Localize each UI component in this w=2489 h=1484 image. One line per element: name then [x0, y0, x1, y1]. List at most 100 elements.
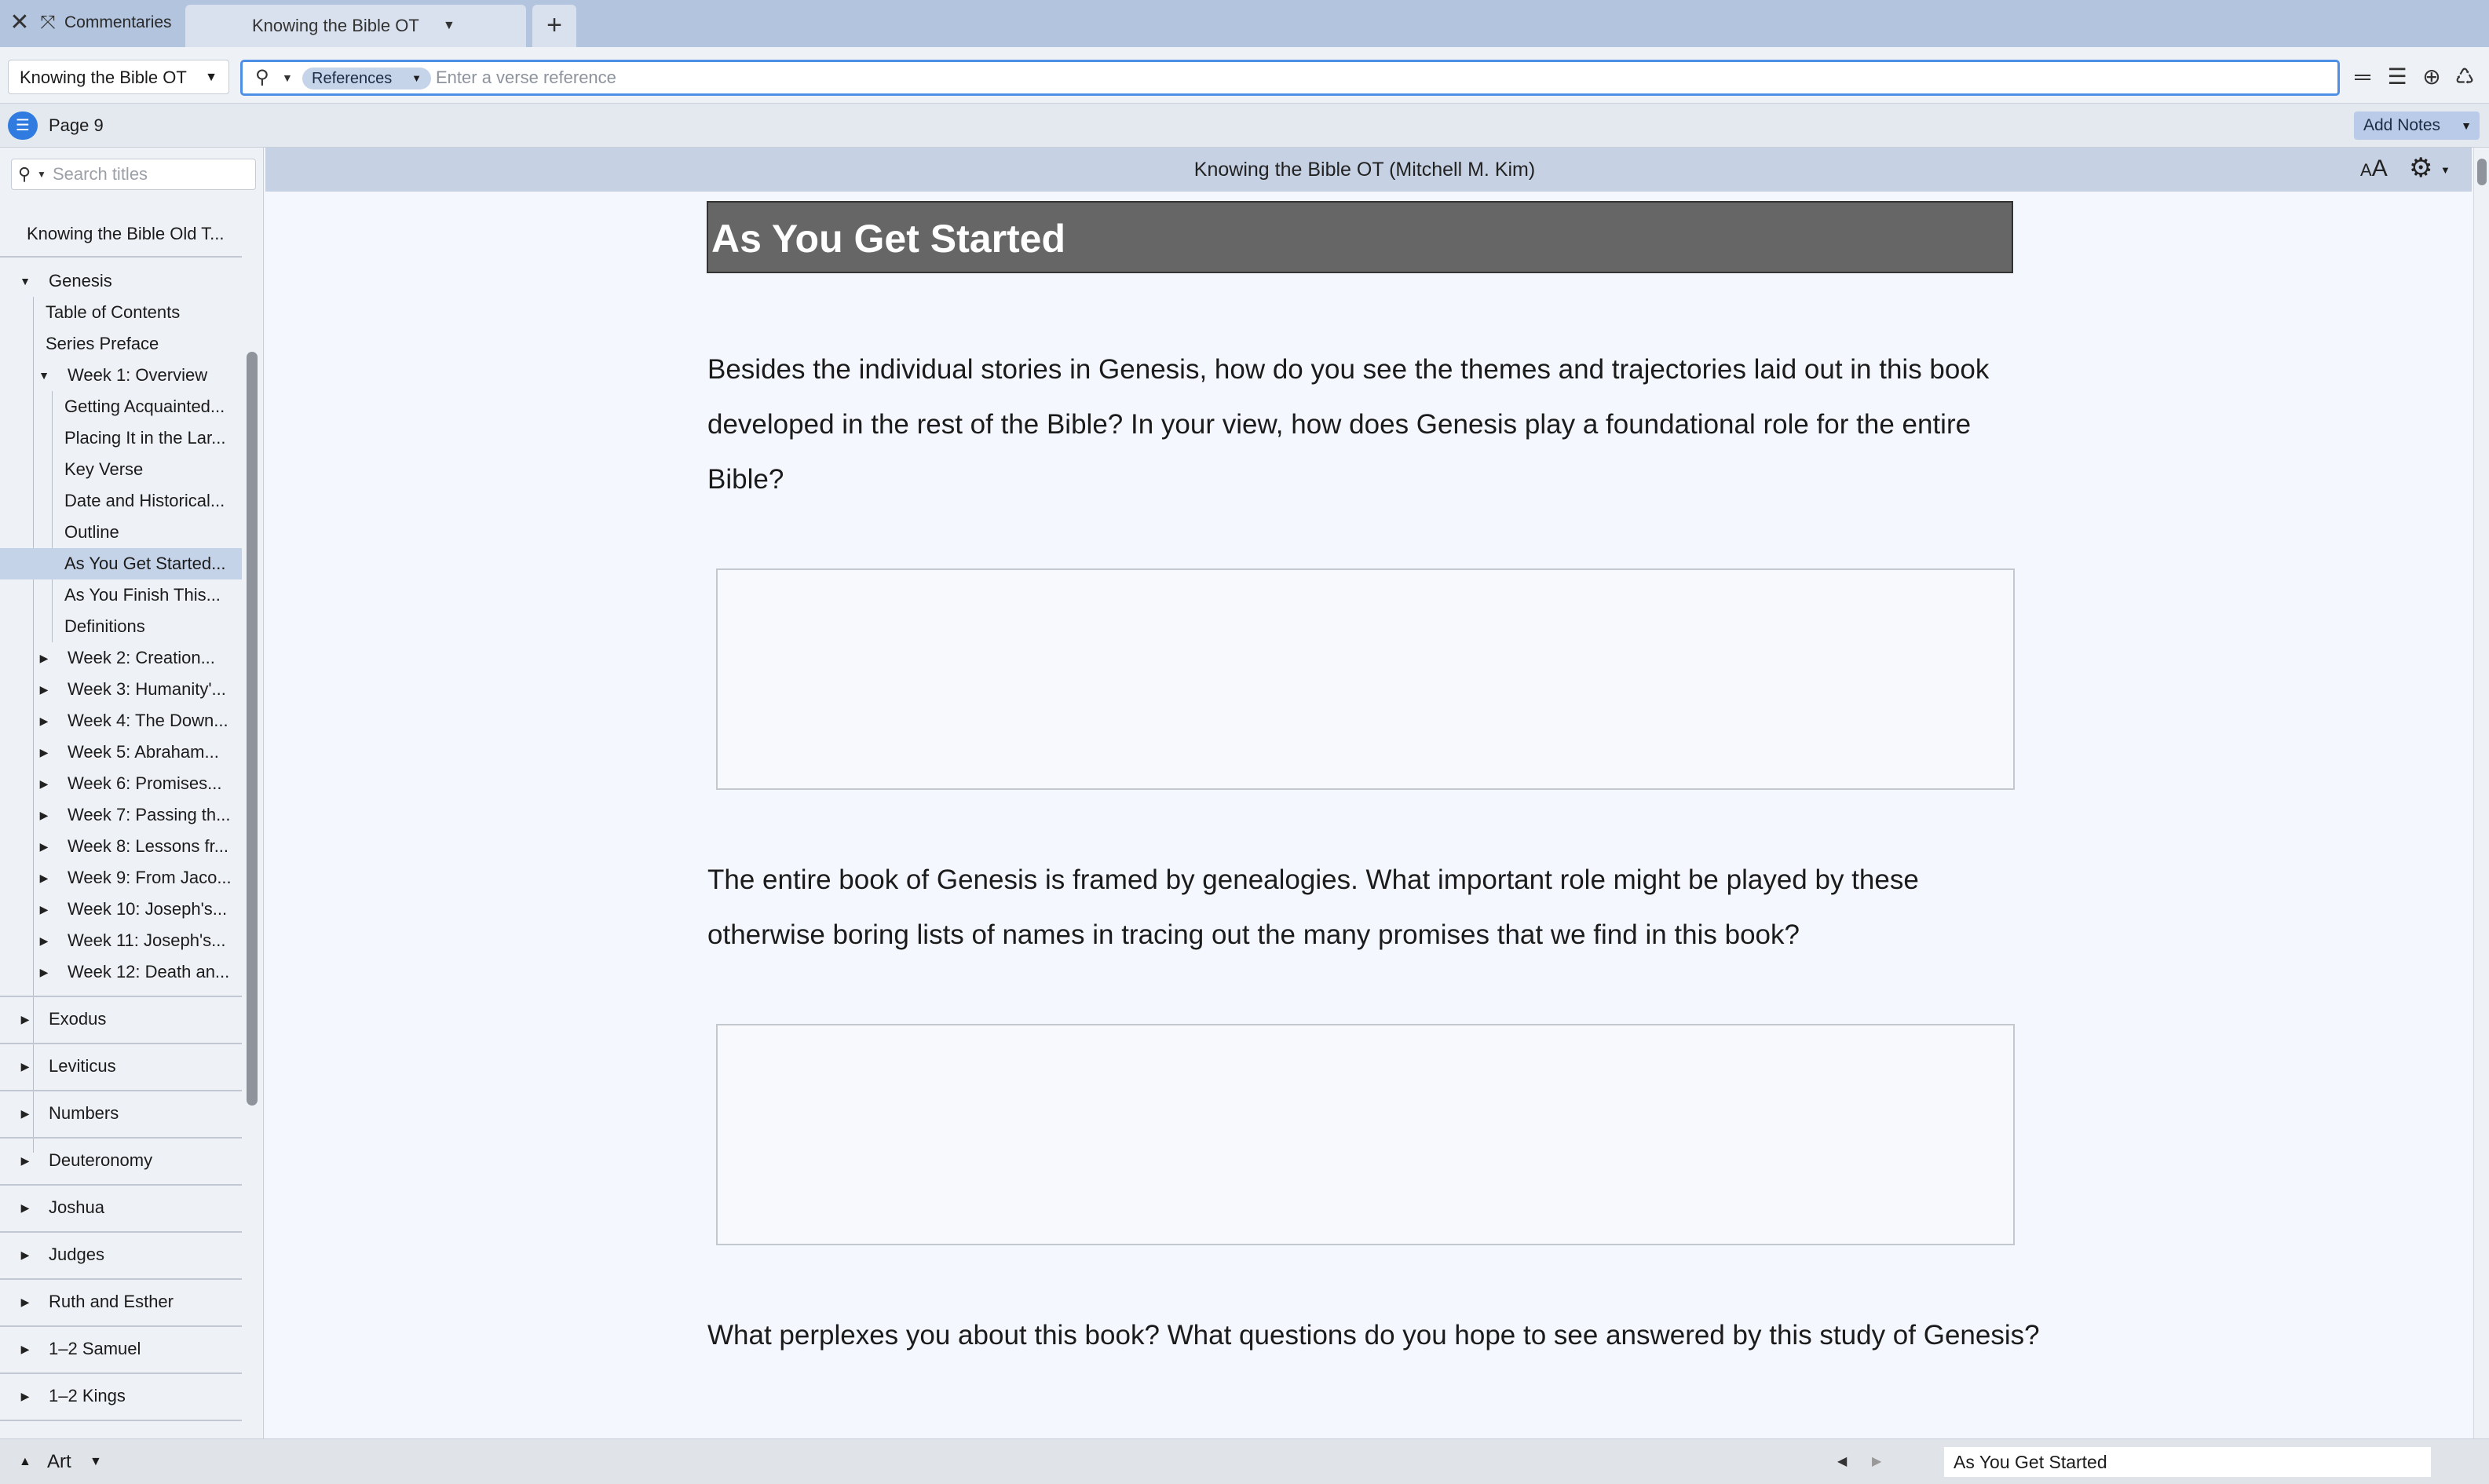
add-notes-label: Add Notes — [2363, 116, 2441, 134]
chevron-right-icon[interactable]: ▶ — [17, 1380, 33, 1412]
content-scrollbar[interactable] — [2473, 148, 2489, 1438]
chevron-down-icon[interactable]: ▼ — [90, 1450, 102, 1474]
back-arrow-icon[interactable]: ◀ — [1837, 1450, 1847, 1474]
panel-menu-label[interactable]: Art — [47, 1450, 71, 1474]
toc-item-label: Definitions — [64, 616, 145, 636]
chevron-right-icon[interactable]: ▶ — [36, 831, 52, 862]
toc-item-label: Knowing the Bible Old T... — [27, 224, 225, 243]
title-search-input[interactable] — [53, 163, 249, 186]
chevron-right-icon[interactable]: ▶ — [17, 1192, 33, 1223]
chevron-right-icon[interactable]: ▶ — [36, 737, 52, 768]
toc-item-label: Week 11: Joseph's... — [68, 930, 226, 950]
toc-item-ruth-and-esther[interactable]: ▶ Ruth and Esther — [0, 1286, 242, 1318]
chevron-down-icon: ▼ — [205, 71, 217, 84]
toc-item-key-verse[interactable]: Key Verse — [0, 454, 242, 485]
chevron-right-icon[interactable]: ▶ — [36, 799, 52, 831]
toc-item-table-of-contents[interactable]: Table of Contents — [0, 297, 242, 328]
chevron-right-icon[interactable]: ▶ — [36, 768, 52, 799]
chevron-right-icon[interactable]: ▶ — [17, 1333, 33, 1365]
resource-selector[interactable]: Knowing the Bible OT ▼ — [8, 60, 229, 94]
chevron-right-icon[interactable]: ▶ — [36, 674, 52, 705]
chevron-down-icon[interactable]: ▼ — [37, 163, 46, 186]
table-of-contents-icon[interactable]: ☰ — [8, 111, 38, 140]
toc-item-date-and-historical[interactable]: Date and Historical... — [0, 485, 242, 517]
toc-item-as-you-get-started[interactable]: As You Get Started... — [0, 548, 242, 579]
chevron-right-icon[interactable]: ▶ — [36, 956, 52, 988]
toc-item-numbers[interactable]: ▶ Numbers — [0, 1098, 242, 1129]
chevron-right-icon[interactable]: ▶ — [17, 1098, 33, 1129]
chevron-right-icon[interactable]: ▶ — [17, 1003, 33, 1035]
toc-item-series-preface[interactable]: Series Preface — [0, 328, 242, 360]
toc-item-week-12[interactable]: ▶ Week 12: Death an... — [0, 956, 242, 988]
chevron-right-icon[interactable]: ▶ — [36, 925, 52, 956]
toc-item-judges[interactable]: ▶ Judges — [0, 1239, 242, 1270]
toc-item-week-10[interactable]: ▶ Week 10: Joseph's... — [0, 894, 242, 925]
verse-reference-input[interactable] — [436, 65, 1378, 90]
chevron-right-icon[interactable]: ▶ — [17, 1145, 33, 1176]
toc-item-week-8[interactable]: ▶ Week 8: Lessons fr... — [0, 831, 242, 862]
toc-item-exodus[interactable]: ▶ Exodus — [0, 1003, 242, 1035]
sidebar-scrollbar[interactable] — [247, 352, 258, 1106]
tab-knowing-the-bible-ot[interactable]: Knowing the Bible OT ▼ — [185, 5, 526, 47]
plus-circle-icon[interactable]: ⊕ — [2418, 63, 2445, 91]
add-notes-button[interactable]: Add Notes ▼ — [2354, 111, 2480, 140]
chevron-right-icon[interactable]: ▶ — [17, 1286, 33, 1318]
toc-item-week-4[interactable]: ▶ Week 4: The Down... — [0, 705, 242, 737]
toc-item-genesis[interactable]: ▼ Genesis — [0, 265, 242, 297]
chevron-right-icon[interactable]: ▶ — [36, 862, 52, 894]
search-icon[interactable]: ⚲ — [255, 66, 269, 90]
list-icon[interactable]: ☰ — [2384, 63, 2410, 91]
toc-item-as-you-finish[interactable]: As You Finish This... — [0, 579, 242, 611]
chevron-right-icon[interactable]: ▶ — [36, 705, 52, 737]
toc-item-1-2-kings[interactable]: ▶ 1–2 Kings — [0, 1380, 242, 1412]
chevron-right-icon[interactable]: ▶ — [17, 1051, 33, 1082]
expand-icon[interactable]: ⤧ — [38, 11, 58, 35]
chevron-right-icon[interactable]: ▶ — [36, 642, 52, 674]
toc-item-week-11[interactable]: ▶ Week 11: Joseph's... — [0, 925, 242, 956]
title-search-box[interactable]: ⚲ ▼ — [11, 159, 256, 190]
chevron-right-icon[interactable]: ▶ — [17, 1239, 33, 1270]
toc-item-label: Week 3: Humanity'... — [68, 679, 226, 699]
toc-item-week-6[interactable]: ▶ Week 6: Promises... — [0, 768, 242, 799]
toc-item-joshua[interactable]: ▶ Joshua — [0, 1192, 242, 1223]
forward-arrow-icon[interactable]: ▶ — [1872, 1450, 1881, 1474]
toc-item-week-9[interactable]: ▶ Week 9: From Jaco... — [0, 862, 242, 894]
gear-icon[interactable]: ⚙ — [2409, 154, 2432, 182]
toc-item-1-2-samuel[interactable]: ▶ 1–2 Samuel — [0, 1333, 242, 1365]
toc-item-week-3[interactable]: ▶ Week 3: Humanity'... — [0, 674, 242, 705]
chevron-right-icon[interactable]: ▶ — [36, 894, 52, 925]
toc-item-getting-acquainted[interactable]: Getting Acquainted... — [0, 391, 242, 422]
toc-item-leviticus[interactable]: ▶ Leviticus — [0, 1051, 242, 1082]
chevron-up-icon[interactable]: ▲ — [19, 1450, 31, 1474]
study-question: The entire book of Genesis is framed by … — [707, 864, 1919, 950]
close-panel-icon[interactable]: ✕ — [9, 9, 30, 36]
toc-item-week-5[interactable]: ▶ Week 5: Abraham... — [0, 737, 242, 768]
share-icon[interactable]: ♺ — [2451, 63, 2478, 91]
font-size-icon[interactable]: AA — [2360, 155, 2388, 184]
chevron-down-icon[interactable]: ▼ — [2440, 159, 2451, 182]
search-mode-selector[interactable]: References ▼ — [302, 68, 431, 90]
toc-item-outline[interactable]: Outline — [0, 517, 242, 548]
chevron-down-icon[interactable]: ▼ — [282, 66, 293, 90]
toc-item-week-7[interactable]: ▶ Week 7: Passing th... — [0, 799, 242, 831]
toc-item-definitions[interactable]: Definitions — [0, 611, 242, 642]
toc-item-label: As You Get Started... — [64, 554, 226, 573]
search-icon[interactable]: ⚲ — [18, 163, 31, 186]
toc-item-week-1[interactable]: ▼ Week 1: Overview — [0, 360, 242, 391]
toc-item-deuteronomy[interactable]: ▶ Deuteronomy — [0, 1145, 242, 1176]
answer-box[interactable] — [716, 1024, 2015, 1245]
new-tab-button[interactable]: + — [532, 5, 576, 47]
reference-search-box[interactable]: ⚲ ▼ References ▼ — [240, 60, 2340, 96]
toc-item-week-2[interactable]: ▶ Week 2: Creation... — [0, 642, 242, 674]
panel-name[interactable]: Commentaries — [64, 11, 172, 35]
chevron-down-icon[interactable]: ▼ — [17, 265, 33, 297]
answer-box[interactable] — [716, 568, 2015, 790]
chevron-down-icon[interactable]: ▼ — [36, 360, 52, 391]
location-field[interactable]: As You Get Started — [1944, 1447, 2431, 1477]
chevron-down-icon[interactable]: ▼ — [443, 14, 455, 38]
parallel-icon[interactable]: ═ — [2349, 63, 2376, 91]
toc-item-placing-it[interactable]: Placing It in the Lar... — [0, 422, 242, 454]
toc-item-root[interactable]: Knowing the Bible Old T... — [0, 218, 242, 250]
divider — [0, 996, 242, 997]
scrollbar-thumb[interactable] — [2477, 159, 2487, 185]
